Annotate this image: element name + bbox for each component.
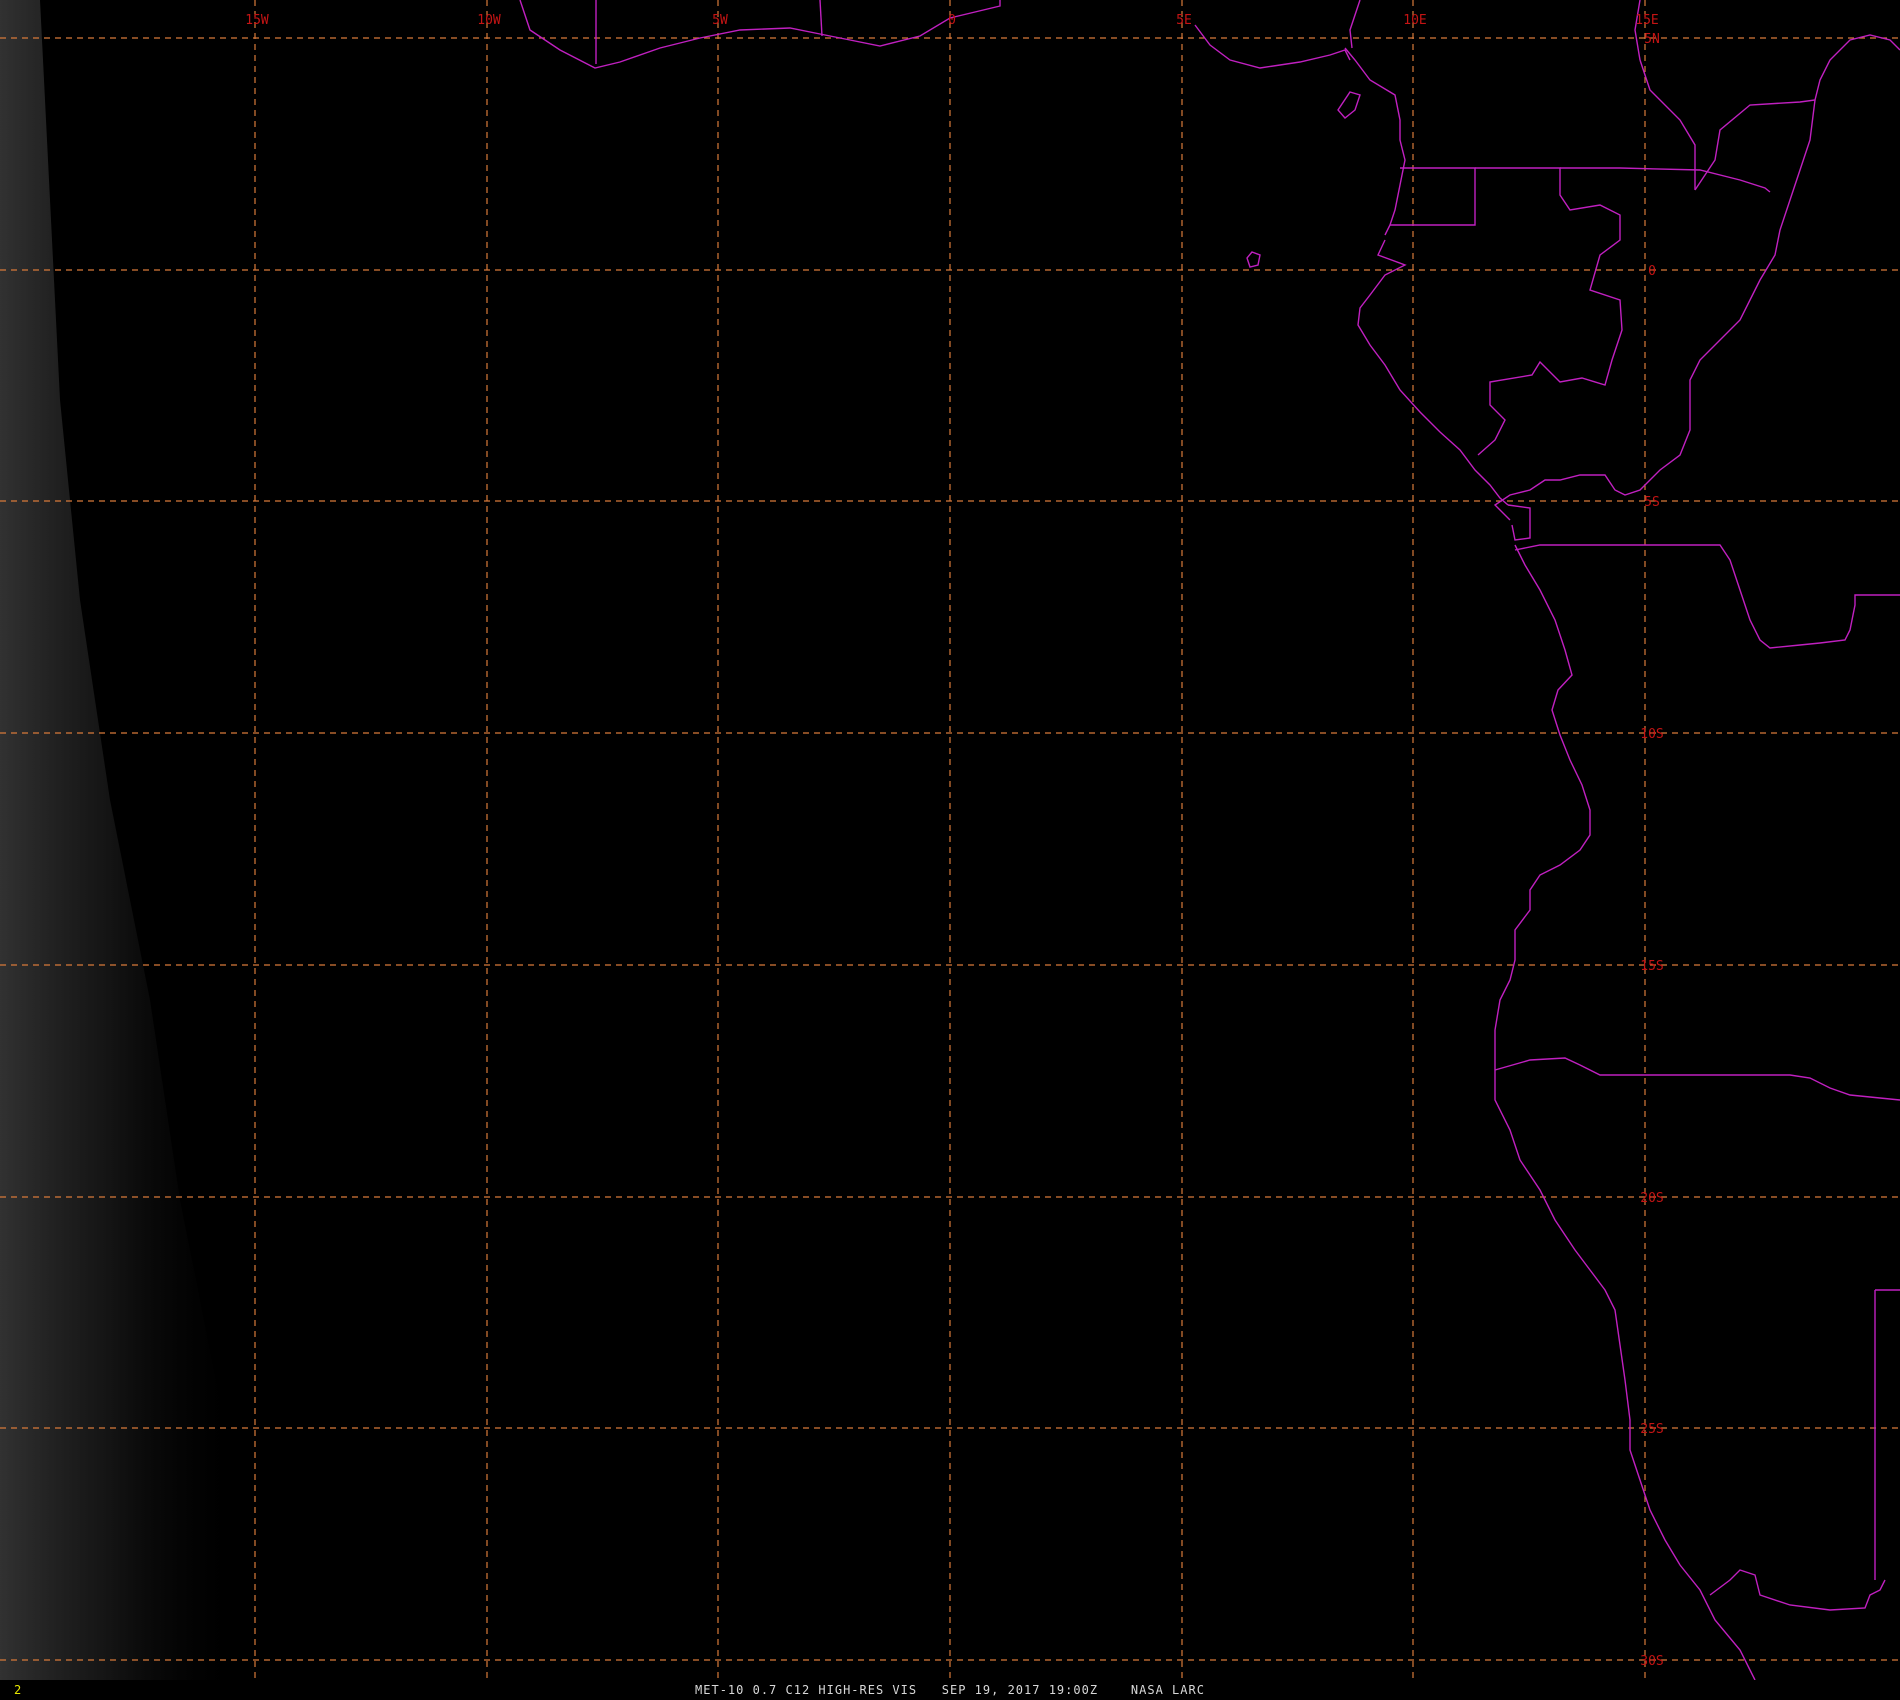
latitude-label: 25S	[1640, 1422, 1663, 1437]
longitude-label: 5E	[1176, 13, 1192, 28]
latitude-label: 20S	[1640, 1191, 1663, 1206]
longitude-label: 10W	[477, 13, 501, 28]
longitude-label: 10E	[1403, 13, 1426, 28]
latitude-label: 10S	[1640, 727, 1663, 742]
image-caption: MET-10 0.7 C12 HIGH-RES VIS SEP 19, 2017…	[695, 1683, 1205, 1697]
latitude-label: 5S	[1644, 495, 1660, 510]
longitude-label: 15E	[1635, 13, 1658, 28]
longitude-label: 15W	[245, 13, 269, 28]
satellite-map: 15W 10W 5W 0 5E 10E 15E 5N 0 5S 10S 15S 20S 25S 30S	[0, 0, 1900, 1700]
longitude-label: 5W	[712, 13, 728, 28]
latitude-label: 30S	[1640, 1654, 1663, 1669]
latitude-label: 0	[1648, 264, 1656, 279]
latitude-label: 5N	[1644, 32, 1660, 47]
longitude-label: 0	[948, 13, 956, 28]
latitude-label: 15S	[1640, 959, 1663, 974]
